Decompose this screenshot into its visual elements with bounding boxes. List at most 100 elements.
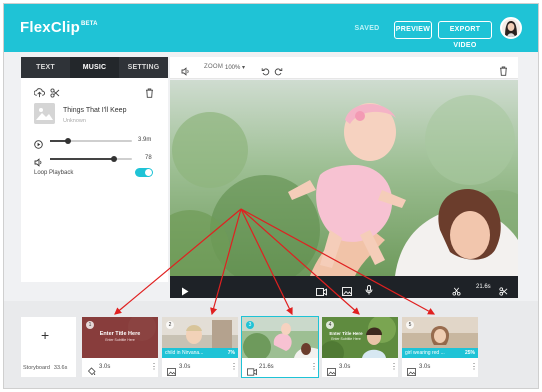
saved-status: SAVED — [354, 25, 380, 32]
tab-setting[interactable]: SETTING — [119, 57, 168, 78]
storyboard-clip-5[interactable]: 5 girl wearing red ... 25% 3.0s ⋮ — [402, 317, 478, 377]
zoom-label: ZOOM — [204, 64, 224, 70]
video-camera-icon[interactable] — [316, 283, 327, 301]
image-icon[interactable] — [327, 363, 336, 381]
tab-text[interactable]: TEXT — [21, 57, 70, 78]
chevron-down-icon: ▾ — [242, 65, 246, 71]
clip-caption: girl wearing red ... 25% — [402, 348, 478, 358]
clip-caption-text: child in Nirvana... — [165, 350, 204, 356]
clip-duration: 3.0s — [419, 364, 431, 370]
clip-title-text: Enter Title Here — [99, 331, 141, 337]
image-icon[interactable] — [407, 363, 416, 381]
scissors-icon[interactable] — [50, 85, 60, 98]
clip-subtitle-text: Enter Subtitle Here — [105, 338, 135, 342]
storyboard-title: Storyboard — [23, 365, 50, 371]
clip-subtitle-text: Enter Subtitle Here — [331, 337, 361, 341]
clip-thumbnail: 5 girl wearing red ... 25% — [402, 317, 478, 358]
app-window: FlexClipBETA SAVED PREVIEW EXPORT VIDEO … — [3, 3, 539, 389]
song-title: Things That I'll Keep — [63, 107, 127, 114]
clip-number: 1 — [86, 321, 94, 329]
beta-badge: BETA — [80, 21, 98, 27]
clip-number: 2 — [166, 321, 174, 329]
preview-button[interactable]: PREVIEW — [394, 21, 432, 39]
clip-caption: child in Nirvana... 7% — [162, 348, 238, 358]
volume-knob[interactable] — [110, 156, 117, 162]
storyboard-clip-2[interactable]: 2 child in Nirvana... 7% 3.0s ⋮ — [162, 317, 238, 377]
split-icon[interactable] — [452, 283, 461, 301]
playback-time: 3.9m — [138, 137, 152, 143]
song-artist: Unknown — [63, 118, 86, 124]
clip-thumbnail: 3 — [242, 317, 318, 358]
panel-tabs: TEXT MUSIC SETTING — [21, 57, 168, 78]
music-panel: TEXT MUSIC SETTING Things That I'll Keep… — [21, 57, 168, 282]
tab-music[interactable]: MUSIC — [70, 57, 119, 78]
clip-thumbnail: Enter Title Here Enter Subtitle Here 4 — [322, 317, 398, 358]
scissors-icon[interactable] — [499, 283, 508, 301]
play-icon[interactable] — [181, 283, 189, 301]
clip-footer: 3.0s ⋮ — [402, 358, 478, 377]
redo-icon[interactable] — [274, 63, 283, 81]
speaker-icon[interactable] — [181, 63, 191, 81]
storyboard-total-duration: 33.6s — [53, 365, 68, 371]
clip-duration: 3.0s — [339, 364, 351, 370]
flexclip-logo[interactable]: FlexClipBETA — [20, 19, 98, 36]
clip-duration: 3.0s — [179, 364, 191, 370]
clip-progress: 7% — [227, 350, 235, 356]
playback-knob[interactable] — [65, 138, 72, 144]
preview-toolbar: ZOOM 100% ▾ — [170, 57, 518, 79]
clip-number: 4 — [326, 321, 334, 329]
clip-progress: 25% — [464, 350, 475, 356]
add-scene-button[interactable]: + Storyboard 33.6s — [21, 317, 76, 377]
more-options-icon[interactable]: ⋮ — [230, 362, 238, 371]
clip-thumbnail: 2 child in Nirvana... 7% — [162, 317, 238, 358]
clip-footer: 3.0s ⋮ — [82, 358, 158, 377]
more-options-icon[interactable]: ⋮ — [310, 362, 318, 371]
undo-icon[interactable] — [261, 63, 270, 81]
logo-text: FlexClip — [20, 19, 80, 36]
storyboard-label: Storyboard 33.6s — [23, 365, 85, 371]
clip-footer: 3.0s ⋮ — [162, 358, 238, 377]
image-placeholder-icon — [34, 103, 55, 124]
export-video-button[interactable]: EXPORT VIDEO — [438, 21, 492, 49]
volume-slider[interactable] — [50, 156, 132, 162]
playback-slider[interactable] — [50, 138, 132, 144]
clip-duration: 21.6s — [476, 284, 491, 290]
clip-duration: 3.0s — [99, 364, 111, 370]
upload-icon[interactable] — [33, 85, 45, 98]
player-controls — [170, 276, 518, 298]
song-cover — [34, 103, 55, 124]
loop-playback-label: Loop Playback — [34, 170, 74, 176]
more-options-icon[interactable]: ⋮ — [470, 362, 478, 371]
volume-value: 78 — [145, 155, 152, 161]
more-options-icon[interactable]: ⋮ — [390, 362, 398, 371]
microphone-icon[interactable] — [365, 282, 373, 300]
plus-icon: + — [41, 327, 50, 343]
storyboard-clip-1[interactable]: Enter Title Here Enter Subtitle Here 1 3… — [82, 317, 158, 377]
clip-thumbnail: Enter Title Here Enter Subtitle Here 1 — [82, 317, 158, 358]
video-icon[interactable] — [247, 363, 257, 381]
clip-footer: 3.0s ⋮ — [322, 358, 398, 377]
clip-footer: 21.6s ⋮ — [242, 358, 318, 377]
storyboard-clip-4[interactable]: Enter Title Here Enter Subtitle Here 4 3… — [322, 317, 398, 377]
clip-number: 5 — [406, 321, 414, 329]
trash-icon[interactable] — [499, 63, 508, 81]
volume-fill — [50, 158, 114, 160]
user-avatar[interactable] — [500, 17, 522, 39]
toggle-knob — [145, 169, 152, 176]
play-circle-icon[interactable] — [34, 136, 43, 154]
more-options-icon[interactable]: ⋮ — [150, 362, 158, 371]
zoom-value: 100% — [225, 65, 241, 71]
storyboard-clip-3[interactable]: 3 21.6s ⋮ — [241, 316, 319, 378]
top-bar: FlexClipBETA SAVED PREVIEW EXPORT VIDEO — [4, 4, 538, 52]
loop-playback-toggle[interactable] — [135, 168, 153, 177]
image-icon[interactable] — [342, 283, 352, 301]
trash-icon[interactable] — [145, 85, 154, 98]
clip-caption-text: girl wearing red ... — [405, 350, 445, 356]
image-icon[interactable] — [167, 363, 176, 381]
paint-bucket-icon[interactable] — [87, 363, 96, 381]
video-preview[interactable] — [170, 80, 518, 276]
zoom-select[interactable]: 100% ▾ — [225, 64, 245, 71]
clip-number: 3 — [246, 321, 254, 329]
clip-duration: 21.6s — [259, 364, 274, 370]
clip-title-text: Enter Title Here — [329, 331, 363, 336]
